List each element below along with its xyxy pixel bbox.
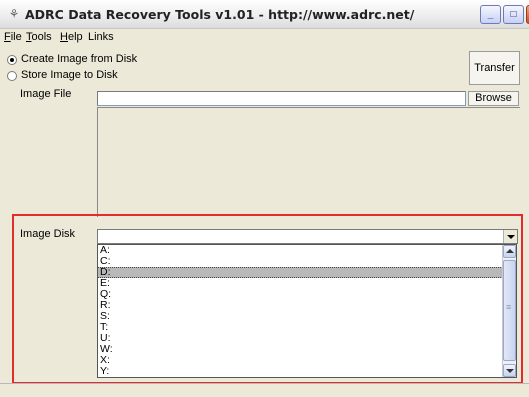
- image-file-input[interactable]: [97, 91, 466, 106]
- drive-option[interactable]: W:: [98, 344, 503, 355]
- drive-option[interactable]: U:: [98, 333, 503, 344]
- minimize-button[interactable]: _: [480, 5, 501, 24]
- drive-option[interactable]: X:: [98, 355, 503, 366]
- image-disk-label: Image Disk: [20, 228, 76, 240]
- transfer-button[interactable]: Transfer: [469, 51, 520, 85]
- drive-option[interactable]: Q:: [98, 289, 503, 300]
- store-image-label[interactable]: Store Image to Disk: [21, 69, 118, 81]
- image-info-panel: [97, 107, 520, 217]
- menu-bar: File Tools Help Links: [0, 30, 529, 46]
- maximize-button[interactable]: □: [503, 5, 524, 24]
- scroll-thumb[interactable]: [503, 260, 516, 361]
- create-image-radio[interactable]: [7, 55, 17, 65]
- title-bar[interactable]: ⚘ ADRC Data Recovery Tools v1.01 - http:…: [0, 0, 529, 29]
- drive-option[interactable]: T:: [98, 322, 503, 333]
- drive-option[interactable]: Y:: [98, 366, 503, 377]
- drive-option[interactable]: R:: [98, 300, 503, 311]
- menu-links[interactable]: Links: [88, 31, 114, 43]
- drive-option[interactable]: A:: [98, 245, 503, 256]
- app-window: ⚘ ADRC Data Recovery Tools v1.01 - http:…: [0, 0, 529, 397]
- create-image-label[interactable]: Create Image from Disk: [21, 53, 137, 65]
- image-file-label: Image File: [20, 88, 72, 100]
- browse-button[interactable]: Browse: [468, 91, 519, 106]
- drive-option[interactable]: D:: [98, 267, 503, 278]
- list-scrollbar[interactable]: [502, 245, 516, 377]
- drive-option[interactable]: S:: [98, 311, 503, 322]
- app-icon[interactable]: ⚘: [7, 7, 21, 21]
- scroll-up-button[interactable]: [503, 245, 516, 258]
- menu-file[interactable]: File: [4, 31, 22, 43]
- menu-help[interactable]: Help: [60, 31, 83, 43]
- drive-option[interactable]: C:: [98, 256, 503, 267]
- drive-list[interactable]: A: C: D: E: Q: R: S: T: U: W: X: Y:: [97, 244, 517, 378]
- scroll-down-button[interactable]: [503, 364, 516, 377]
- menu-tools[interactable]: Tools: [26, 31, 52, 43]
- chevron-down-icon[interactable]: [503, 230, 517, 243]
- window-title: ADRC Data Recovery Tools v1.01 - http://…: [25, 7, 415, 22]
- store-image-radio[interactable]: [7, 71, 17, 81]
- drive-option[interactable]: E:: [98, 278, 503, 289]
- status-bar: [0, 383, 529, 397]
- image-disk-dropdown[interactable]: [97, 229, 518, 244]
